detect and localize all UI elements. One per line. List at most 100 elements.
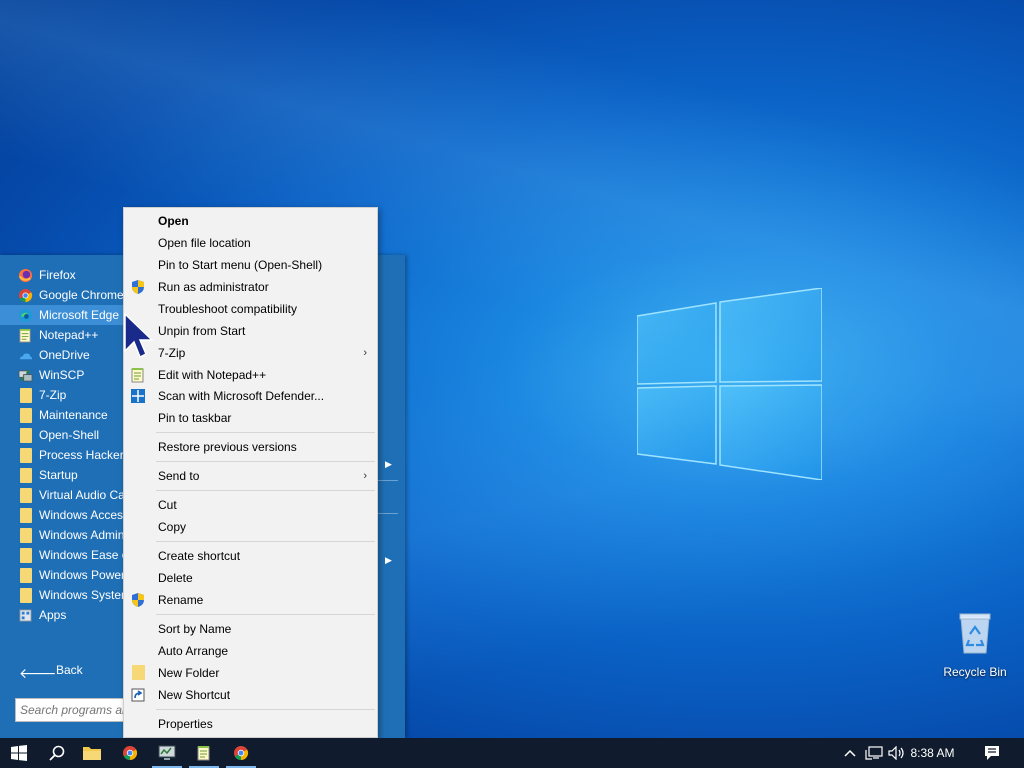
notepad-plus-plus-icon [19,328,31,343]
menu-item-open[interactable]: Open [124,210,377,232]
menu-item-pin-to-start-menu[interactable]: Pin to Start menu (Open-Shell) [124,254,377,276]
chevron-right-icon: › [363,347,367,359]
menu-item-label: Sort by Name [158,622,232,636]
menu-item-properties[interactable]: Properties [124,713,377,735]
menu-item-label: Cut [158,498,177,512]
menu-item-label: Rename [158,593,204,607]
menu-item-label: Properties [158,717,213,731]
menu-separator [156,432,375,433]
menu-item-send-to[interactable]: Send to › [124,465,377,487]
chrome-icon [18,288,33,303]
menu-item-label: Delete [158,571,193,585]
taskbar-process-hacker[interactable] [148,738,186,768]
folder-icon [20,588,32,603]
context-menu: Open Open file location Pin to Start men… [123,207,378,738]
menu-item-label: Pin to taskbar [158,411,232,425]
back-label: Back [56,663,83,677]
file-explorer-icon [83,747,101,760]
menu-item-label: Create shortcut [158,549,241,563]
start-item-label: Open-Shell [39,428,100,442]
recycle-bin-icon [959,613,991,654]
menu-item-label: Edit with Notepad++ [158,368,267,382]
menu-item-new-shortcut[interactable]: New Shortcut [124,684,377,706]
start-item-label: Windows System [39,588,132,602]
start-item-label: Windows Access [39,508,130,522]
volume-button[interactable] [888,738,906,768]
menu-item-7-zip[interactable]: 7-Zip › [124,342,377,364]
menu-item-cut[interactable]: Cut [124,494,377,516]
folder-icon [20,548,32,563]
action-center-button[interactable] [978,738,1006,768]
submenu-arrow-icon: ▶ [385,459,392,469]
chrome-icon [234,746,249,761]
menu-item-label: Unpin from Start [158,324,246,338]
taskbar-file-explorer[interactable] [73,738,111,768]
recycle-bin-label: Recycle Bin [943,665,1007,679]
menu-item-troubleshoot-compatibility[interactable]: Troubleshoot compatibility [124,298,377,320]
menu-item-restore-previous-versions[interactable]: Restore previous versions [124,436,377,458]
menu-item-create-shortcut[interactable]: Create shortcut [124,545,377,567]
mouse-cursor-icon [124,313,154,359]
process-hacker-icon [158,745,176,760]
menu-item-sort-by-name[interactable]: Sort by Name [124,618,377,640]
onedrive-icon [19,353,33,360]
menu-item-unpin-from-start[interactable]: Unpin from Start [124,320,377,342]
start-item-label: Startup [39,468,78,482]
winscp-icon [18,370,33,382]
taskbar-chrome-running[interactable] [222,738,260,768]
shield-icon [132,593,144,607]
menu-item-label: Open [158,214,189,228]
menu-separator [156,461,375,462]
start-search-box[interactable] [15,698,130,722]
taskbar-clock[interactable]: 8:38 AM [905,738,960,768]
menu-item-label: New Shortcut [158,688,231,702]
menu-item-label: Auto Arrange [158,644,229,658]
submenu-arrow-icon: ▶ [385,555,392,565]
start-icon [11,745,27,761]
start-item-label: Apps [39,608,67,622]
menu-item-open-file-location[interactable]: Open file location [124,232,377,254]
menu-separator [156,490,375,491]
network-button[interactable] [864,738,884,768]
start-item-label: Process Hacker [39,448,124,462]
start-item-label: WinSCP [39,368,85,382]
start-item-label: Notepad++ [39,328,99,342]
folder-icon [20,488,32,503]
menu-item-label: Run as administrator [158,280,269,294]
taskbar: 8:38 AM [0,738,1024,768]
notepad-plus-plus-icon [131,368,144,383]
menu-separator [156,614,375,615]
taskbar-notepad-plus-plus[interactable] [185,738,223,768]
show-hidden-icons-button[interactable] [842,738,858,768]
menu-item-label: Restore previous versions [158,440,297,454]
start-button[interactable] [0,738,38,768]
menu-item-auto-arrange[interactable]: Auto Arrange [124,640,377,662]
taskbar-chrome[interactable] [111,738,149,768]
start-item-label: Firefox [39,268,76,282]
menu-item-scan-with-defender[interactable]: Scan with Microsoft Defender... [124,385,377,407]
menu-item-new-folder[interactable]: New Folder [124,662,377,684]
menu-separator [156,541,375,542]
recycle-bin[interactable]: Recycle Bin [940,612,1010,679]
shield-icon [132,280,144,294]
volume-icon [888,746,904,760]
start-item-label: Google Chrome [39,288,124,302]
search-input[interactable] [20,700,125,720]
chevron-right-icon: › [363,470,367,482]
start-menu-separator [378,480,398,481]
menu-item-pin-to-taskbar[interactable]: Pin to taskbar [124,407,377,429]
taskbar-search-button[interactable] [38,738,76,768]
folder-icon [20,528,32,543]
menu-item-run-as-administrator[interactable]: Run as administrator [124,276,377,298]
arrow-left-icon: 🡐 [19,665,57,681]
windows-wallpaper-logo [637,288,822,480]
menu-item-label: Pin to Start menu (Open-Shell) [158,258,323,272]
menu-item-copy[interactable]: Copy [124,516,377,538]
menu-item-delete[interactable]: Delete [124,567,377,589]
start-menu-separator [378,513,398,514]
defender-icon [131,389,145,403]
menu-item-edit-with-notepad-plus-plus[interactable]: Edit with Notepad++ [124,364,377,386]
start-item-label: Maintenance [39,408,108,422]
menu-item-rename[interactable]: Rename [124,589,377,611]
apps-icon [19,609,32,622]
